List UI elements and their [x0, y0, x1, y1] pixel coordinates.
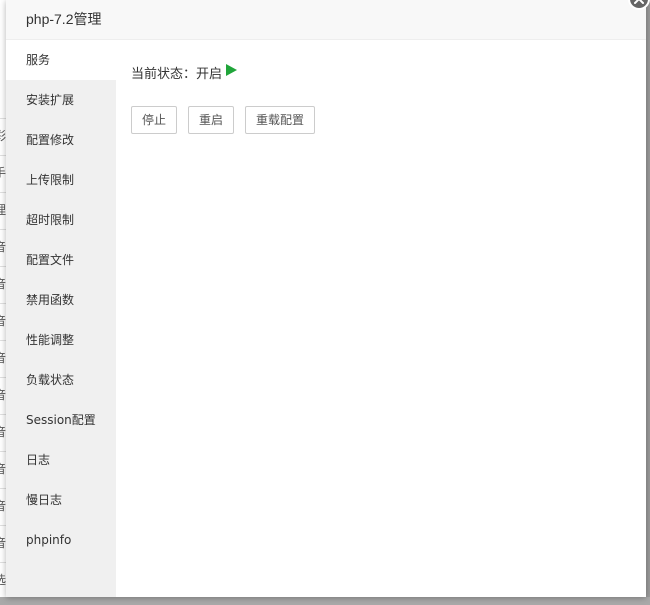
sidebar-item-performance-tuning[interactable]: 性能调整 — [6, 320, 116, 360]
php-manager-dialog: php-7.2管理 服务 安装扩展 配置修改 上传限制 超时限制 配置文件 禁用… — [6, 0, 646, 597]
sidebar-item-disabled-functions[interactable]: 禁用函数 — [6, 280, 116, 320]
restart-button[interactable]: 重启 — [188, 106, 235, 134]
sidebar-item-label: 配置修改 — [26, 133, 75, 147]
sidebar-item-config-file[interactable]: 配置文件 — [6, 240, 116, 280]
sidebar-item-label: 超时限制 — [26, 213, 75, 227]
sidebar-item-upload-limit[interactable]: 上传限制 — [6, 160, 116, 200]
sidebar-item-phpinfo[interactable]: phpinfo — [6, 520, 116, 560]
service-status: 当前状态：开启 — [131, 64, 238, 84]
sidebar-item-label: Session配置 — [26, 413, 96, 427]
sidebar-item-label: 日志 — [26, 453, 51, 467]
sidebar-item-label: 性能调整 — [26, 333, 75, 347]
dialog-header: php-7.2管理 — [6, 0, 646, 40]
sidebar-item-label: 负载状态 — [26, 373, 75, 387]
sidebar-item-label: 安装扩展 — [26, 93, 75, 107]
sidebar-item-service[interactable]: 服务 — [6, 40, 116, 80]
stop-button[interactable]: 停止 — [131, 106, 178, 134]
sidebar-item-timeout-limit[interactable]: 超时限制 — [6, 200, 116, 240]
status-text: 当前状态：开启 — [131, 67, 223, 82]
reload-config-button[interactable]: 重载配置 — [245, 106, 316, 134]
sidebar-item-log[interactable]: 日志 — [6, 440, 116, 480]
sidebar-item-label: 慢日志 — [26, 493, 63, 507]
sidebar-item-label: 禁用函数 — [26, 293, 75, 307]
dialog-title: php-7.2管理 — [26, 11, 102, 27]
sidebar-item-label: 上传限制 — [26, 173, 75, 187]
sidebar-item-load-status[interactable]: 负载状态 — [6, 360, 116, 400]
service-actions: 停止 重启 重载配置 — [131, 106, 326, 134]
sidebar-item-label: 服务 — [26, 53, 51, 67]
sidebar-item-slow-log[interactable]: 慢日志 — [6, 480, 116, 520]
sidebar-item-config-edit[interactable]: 配置修改 — [6, 120, 116, 160]
sidebar-item-label: 配置文件 — [26, 253, 75, 267]
sidebar-item-session-config[interactable]: Session配置 — [6, 400, 116, 440]
background-bottom-band — [0, 597, 650, 605]
sidebar-item-install-extensions[interactable]: 安装扩展 — [6, 80, 116, 120]
play-icon — [226, 64, 238, 82]
sidebar-item-label: phpinfo — [26, 533, 72, 547]
service-panel: 当前状态：开启 停止 重启 重载配置 — [116, 40, 646, 597]
dialog-sidebar: 服务 安装扩展 配置修改 上传限制 超时限制 配置文件 禁用函数 性能调整 负载… — [6, 40, 116, 597]
